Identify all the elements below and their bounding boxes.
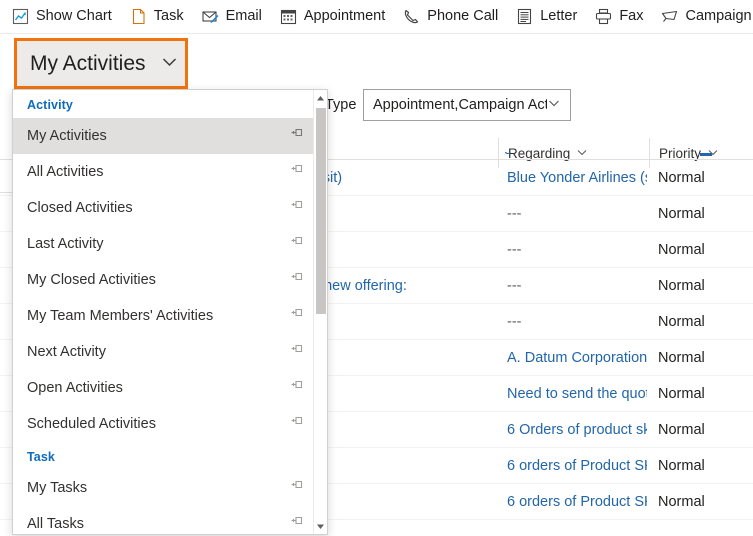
command-label: Show Chart <box>36 8 112 25</box>
view-selector-label: My Activities <box>30 52 146 75</box>
letter-icon <box>516 8 533 25</box>
cell-regarding: --- <box>507 242 522 258</box>
dropdown-item-label: Scheduled Activities <box>27 416 156 432</box>
cell-priority: Normal <box>658 170 705 186</box>
dropdown-item-my-team-members-activities[interactable]: My Team Members' Activities <box>13 298 313 334</box>
pin-icon[interactable] <box>290 163 304 181</box>
activities-list-page: Show Chart Task Email Appointment Phone … <box>0 0 753 536</box>
dropdown-group-label-activity: Activity <box>27 98 73 112</box>
pin-icon[interactable] <box>290 379 304 397</box>
dropdown-scroll-view: Activity My Activities All Activities Cl… <box>13 90 313 534</box>
dropdown-item-label: All Tasks <box>27 516 84 532</box>
cell-priority: Normal <box>658 494 705 510</box>
fax-icon <box>595 8 612 25</box>
phone-icon <box>403 8 420 25</box>
campaign-response-icon <box>661 8 678 25</box>
pin-icon[interactable] <box>290 415 304 433</box>
scroll-up-arrow-icon[interactable] <box>314 90 327 106</box>
dropdown-item-my-closed-activities[interactable]: My Closed Activities <box>13 262 313 298</box>
command-appointment[interactable]: Appointment <box>271 0 394 34</box>
chevron-down-icon <box>160 52 179 76</box>
command-task[interactable]: Task <box>121 0 193 34</box>
command-label: Phone Call <box>427 8 499 25</box>
dropdown-item-label: My Activities <box>27 128 107 144</box>
cell-regarding: --- <box>507 278 522 294</box>
dropdown-item-label: Next Activity <box>27 344 106 360</box>
dropdown-item-last-activity[interactable]: Last Activity <box>13 226 313 262</box>
command-campaign-response[interactable]: Campaign Response <box>652 0 753 34</box>
command-bar: Show Chart Task Email Appointment Phone … <box>0 0 753 34</box>
command-label: Fax <box>619 8 644 25</box>
task-icon <box>130 8 147 25</box>
chart-icon <box>12 8 29 25</box>
command-fax[interactable]: Fax <box>586 0 652 34</box>
partial-row-marker <box>700 153 712 156</box>
cell-regarding: --- <box>507 206 522 222</box>
command-label: Email <box>225 8 262 25</box>
cell-regarding[interactable]: Blue Yonder Airlines (sam <box>507 160 647 196</box>
pin-icon[interactable] <box>290 343 304 361</box>
cell-priority: Normal <box>658 350 705 366</box>
pin-icon[interactable] <box>290 199 304 217</box>
scroll-down-arrow-icon[interactable] <box>314 518 327 534</box>
cell-priority: Normal <box>658 278 705 294</box>
type-filter-dropdown[interactable]: Appointment,Campaign Acti... <box>363 89 571 121</box>
dropdown-item-open-activities[interactable]: Open Activities <box>13 370 313 406</box>
pin-icon[interactable] <box>290 515 304 533</box>
cell-priority: Normal <box>658 314 705 330</box>
partial-row-text: g <box>504 152 512 155</box>
cell-regarding[interactable]: Need to send the quotati <box>507 376 647 412</box>
pin-icon[interactable] <box>290 307 304 325</box>
cell-priority: Normal <box>658 386 705 402</box>
dropdown-item-label: Last Activity <box>27 236 104 252</box>
cell-regarding[interactable]: 6 orders of Product SKU . <box>507 484 647 520</box>
cell-priority: Normal <box>658 242 705 258</box>
cell-regarding: --- <box>507 314 522 330</box>
calendar-icon <box>280 8 297 25</box>
view-selector-button[interactable]: My Activities <box>14 38 188 89</box>
type-filter-value: Appointment,Campaign Acti... <box>373 97 547 113</box>
dropdown-item-label: My Tasks <box>27 480 88 496</box>
command-phone-call[interactable]: Phone Call <box>394 0 507 34</box>
type-filter-label: Type <box>325 97 357 113</box>
dropdown-item-closed-activities[interactable]: Closed Activities <box>13 190 313 226</box>
command-show-chart[interactable]: Show Chart <box>0 0 121 34</box>
command-letter[interactable]: Letter <box>507 0 586 34</box>
dropdown-item-all-tasks[interactable]: All Tasks <box>13 506 313 534</box>
view-selector-dropdown: Activity My Activities All Activities Cl… <box>12 89 328 535</box>
dropdown-item-label: My Team Members' Activities <box>27 308 214 324</box>
command-label: Letter <box>540 8 578 25</box>
dropdown-group-label-task: Task <box>27 450 55 464</box>
dropdown-item-next-activity[interactable]: Next Activity <box>13 334 313 370</box>
dropdown-item-label: Closed Activities <box>27 200 133 216</box>
cell-priority: Normal <box>658 458 705 474</box>
command-label: Task <box>153 8 184 25</box>
command-label: Campaign Response <box>685 8 753 25</box>
dropdown-item-scheduled-activities[interactable]: Scheduled Activities <box>13 406 313 442</box>
pin-icon[interactable] <box>290 271 304 289</box>
dropdown-item-all-activities[interactable]: All Activities <box>13 154 313 190</box>
command-label: Appointment <box>303 8 386 25</box>
chevron-down-icon <box>547 96 561 115</box>
scrollbar-thumb[interactable] <box>316 108 326 314</box>
cell-regarding[interactable]: 6 Orders of product sku J <box>507 412 647 448</box>
dropdown-item-label: My Closed Activities <box>27 272 156 288</box>
cell-priority: Normal <box>658 206 705 222</box>
dropdown-item-label: Open Activities <box>27 380 123 396</box>
email-icon <box>202 8 219 25</box>
cell-regarding[interactable]: A. Datum Corporation (sa <box>507 340 647 376</box>
cell-regarding[interactable]: 6 orders of Product SKU . <box>507 448 647 484</box>
pin-icon[interactable] <box>290 479 304 497</box>
pin-icon[interactable] <box>290 235 304 253</box>
command-email[interactable]: Email <box>193 0 271 34</box>
cell-priority: Normal <box>658 422 705 438</box>
dropdown-item-my-activities[interactable]: My Activities <box>13 118 313 154</box>
pin-icon[interactable] <box>290 127 304 145</box>
dropdown-item-label: All Activities <box>27 164 104 180</box>
dropdown-scrollbar[interactable] <box>313 90 327 534</box>
dropdown-item-my-tasks[interactable]: My Tasks <box>13 470 313 506</box>
